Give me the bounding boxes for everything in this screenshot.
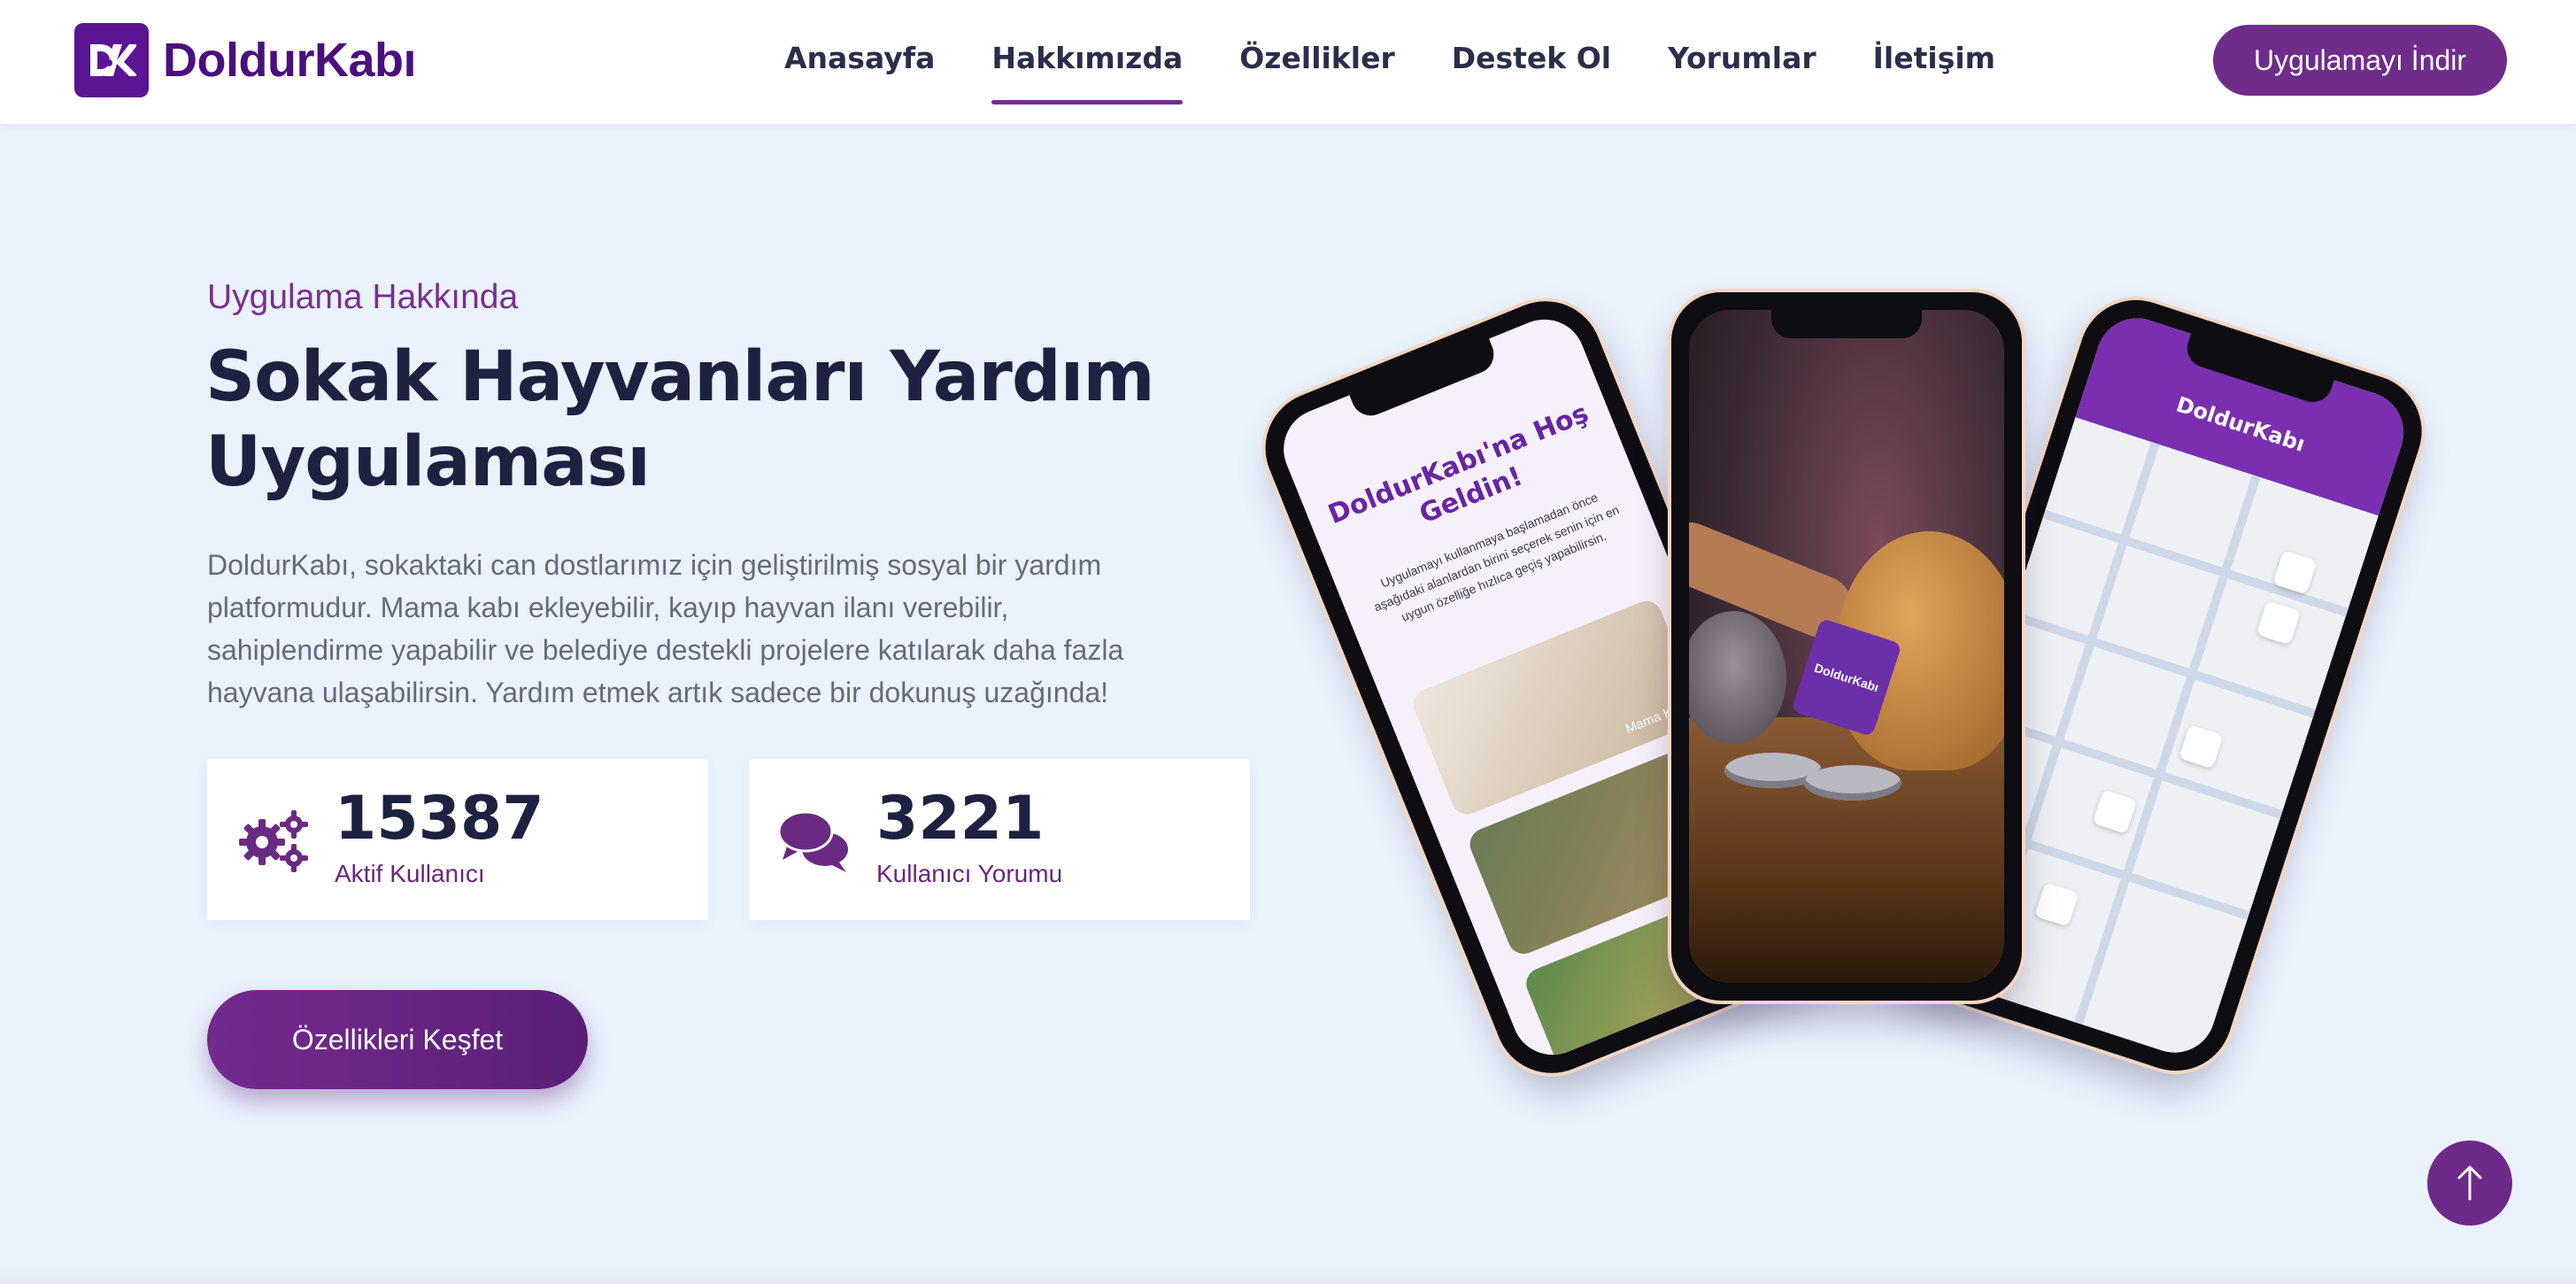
food-bowl [1804,765,1901,801]
nav-item-destek-ol[interactable]: Destek Ol [1452,34,1611,90]
map-pin-icon[interactable] [2034,882,2079,927]
comments-icon [777,810,848,872]
arrow-up-icon [2457,1165,2482,1201]
download-app-button[interactable]: Uygulamayı İndir [2213,25,2507,96]
map-pin-icon[interactable] [2092,789,2138,834]
site-header: DoldurKabı Anasayfa Hakkımızda Özellikle… [0,0,2576,124]
page-title: Sokak Hayvanları Yardım Uygulaması [205,337,1155,502]
photo-screen: DoldurKabı [1689,310,2004,983]
stat-card-active-users: 15387 Aktif Kullanıcı [207,759,708,920]
logo-badge[interactable] [74,23,149,97]
explore-features-button[interactable]: Özellikleri Keşfet [207,990,588,1089]
stat-label: Aktif Kullanıcı [335,860,485,887]
back-to-top-button[interactable] [2427,1141,2512,1226]
next-section-edge [0,1266,2576,1284]
nav-item-yorumlar[interactable]: Yorumlar [1668,34,1816,90]
logo-text[interactable]: DoldurKabı [163,32,417,89]
nav-item-anasayfa[interactable]: Anasayfa [784,34,935,90]
stat-label: Kullanıcı Yorumu [876,860,1063,887]
nav-item-hakkimizda[interactable]: Hakkımızda [991,34,1183,104]
stat-value: 15387 [335,784,544,854]
phone-mockups: DoldurKabı'na Hoş Geldin! Uygulamayı kul… [1248,283,2437,1098]
map-header-title: DoldurKabı [2075,307,2415,516]
nav-item-ozellikler[interactable]: Özellikler [1239,34,1395,90]
stat-value: 3221 [876,784,1045,854]
section-eyebrow: Uygulama Hakkında [207,278,519,316]
phone-photo-screen: DoldurKabı [1671,292,2022,1001]
stat-card-user-comments: 3221 Kullanıcı Yorumu [749,759,1250,920]
map-pin-icon[interactable] [2256,600,2302,646]
nav-item-iletisim[interactable]: İletişim [1873,34,1995,90]
main-nav: Anasayfa Hakkımızda Özellikler Destek Ol… [784,34,1995,104]
paw-logo-icon [90,44,136,76]
hero-description: DoldurKabı, sokaktaki can dostlarımız iç… [207,549,1124,708]
gears-icon [239,810,308,872]
map-pin-icon[interactable] [2179,723,2224,770]
phone-notch [1771,308,1922,338]
